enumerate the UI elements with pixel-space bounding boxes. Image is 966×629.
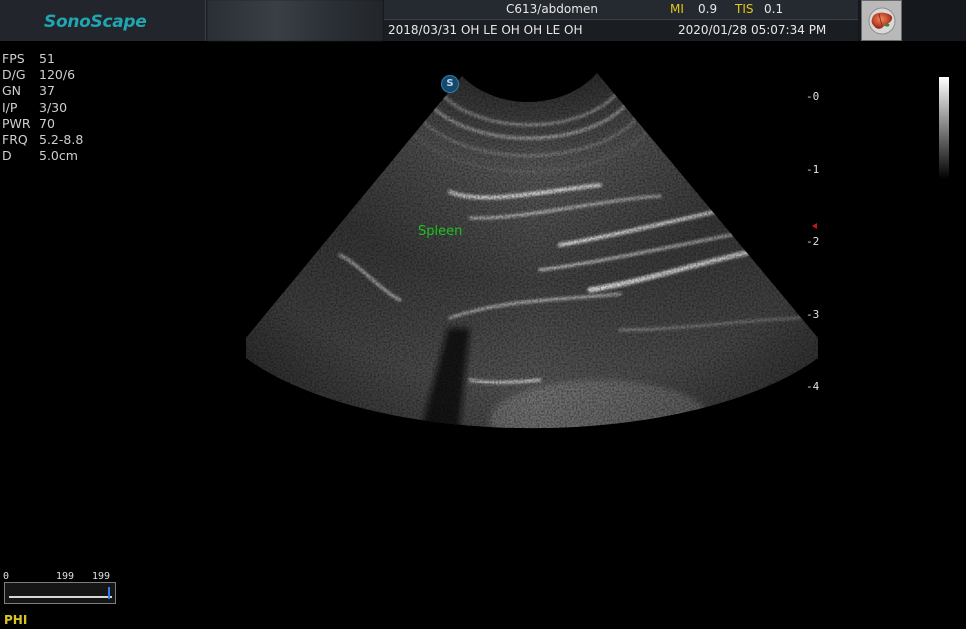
- mode-label: PHI: [4, 613, 28, 627]
- brand-panel: SonoScape: [0, 0, 206, 41]
- probe-preset: C613/abdomen: [506, 2, 598, 16]
- mi-value: 0.9: [698, 2, 718, 16]
- depth-tick: -2: [806, 235, 820, 248]
- liver-organ-icon: [868, 7, 895, 34]
- exam-info-panel: C613/abdomen MI 0.9 TIS 0.1 2018/03/31 O…: [384, 0, 858, 41]
- slider-label-min: 0: [3, 571, 10, 582]
- orientation-marker: S: [441, 75, 459, 93]
- tis-label: TIS: [735, 2, 754, 16]
- mi-label: MI: [670, 2, 684, 16]
- image-sector: [246, 73, 818, 429]
- patient-info-redacted: [207, 0, 383, 41]
- slider-label-max: 199: [92, 571, 111, 582]
- status-header: SonoScape C613/abdomen MI 0.9 TIS 0.1 20…: [0, 0, 966, 41]
- depth-tick: -1: [806, 163, 820, 176]
- liver-preset-button[interactable]: [861, 0, 902, 41]
- cine-slider[interactable]: [4, 582, 116, 604]
- slider-thumb[interactable]: [108, 587, 110, 599]
- slider-track: [9, 596, 112, 598]
- grayscale-bar: [939, 77, 949, 179]
- probe-info-row: C613/abdomen MI 0.9 TIS 0.1: [384, 0, 858, 20]
- ultrasound-image: [246, 73, 818, 429]
- slider-label-mid: 199: [56, 571, 75, 582]
- brand-logo: SonoScape: [44, 12, 147, 32]
- exam-info: 2018/03/31 OH LE OH OH LE OH: [388, 23, 583, 37]
- date-time: 2020/01/28 05:07:34 PM: [678, 23, 827, 37]
- depth-tick: -3: [806, 308, 820, 321]
- organ-annotation[interactable]: Spleen: [418, 224, 462, 239]
- depth-tick: -0: [806, 90, 820, 103]
- depth-tick: -4: [806, 380, 820, 393]
- tis-value: 0.1: [764, 2, 784, 16]
- focus-position-marker[interactable]: [812, 223, 817, 229]
